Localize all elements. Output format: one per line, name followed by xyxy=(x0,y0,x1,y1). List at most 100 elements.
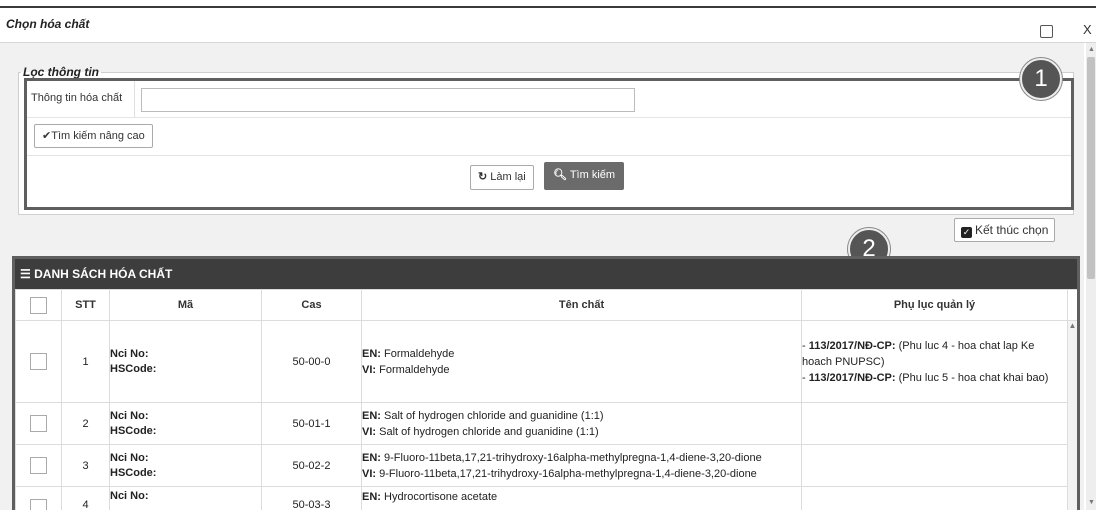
search-icon: 🔍︎ xyxy=(553,169,567,181)
row-ten: EN: Formaldehyde VI: Formaldehyde xyxy=(361,320,802,403)
maximize-icon[interactable] xyxy=(1040,25,1053,38)
filter-legend: Lọc thông tin xyxy=(23,65,99,79)
window-top-border xyxy=(0,0,1096,8)
table-row[interactable]: 3 Nci No: HSCode: 50-02-2 EN: 9-Fluoro-11… xyxy=(15,444,1078,487)
scroll-down-icon[interactable]: ▼ xyxy=(1088,499,1095,506)
refresh-icon: ↻ xyxy=(478,171,488,183)
list-title: DANH SÁCH HÓA CHẤT xyxy=(34,267,173,281)
row-checkbox-cell[interactable] xyxy=(15,402,62,445)
filter-info-row: Thông tin hóa chất xyxy=(27,81,1071,118)
name-vi: VI: Formaldehyde xyxy=(362,362,801,378)
row-checkbox-cell[interactable] xyxy=(15,486,62,510)
col-ten: Tên chất xyxy=(361,289,802,321)
col-stt: STT xyxy=(61,289,110,321)
scrollbar-thumb[interactable] xyxy=(1087,57,1095,279)
row-checkbox-cell[interactable] xyxy=(15,444,62,487)
row-ten: EN: Salt of hydrogen chloride and guanid… xyxy=(361,402,802,445)
reset-button[interactable]: ↻ Làm lại xyxy=(470,165,534,190)
finish-selection-label: Kết thúc chọn xyxy=(975,223,1049,237)
row-stt: 3 xyxy=(61,444,110,487)
nci-label: Nci No: xyxy=(110,347,149,360)
advanced-search-label: Tìm kiếm nâng cao xyxy=(51,130,145,142)
name-en: EN: Hydrocortisone acetate xyxy=(362,489,801,505)
row-checkbox[interactable] xyxy=(30,353,47,370)
reset-label: Làm lại xyxy=(490,171,526,183)
en-label: EN: xyxy=(362,409,381,422)
callout-badge-1: 1 xyxy=(1020,58,1062,100)
row-phu xyxy=(801,444,1068,487)
advanced-search-button[interactable]: ✔︎Tìm kiếm nâng cao xyxy=(34,124,153,148)
select-all-checkbox[interactable] xyxy=(30,296,47,314)
appendix-text: (Phu luc 5 - hoa chat khai bao) xyxy=(895,371,1049,384)
nci-label: Nci No: xyxy=(110,490,149,502)
table-row[interactable]: 1 Nci No: HSCode: 50-00-0 EN: Formaldehyd… xyxy=(15,320,1077,510)
col-cas: Cas xyxy=(261,289,362,321)
table-scrollbar[interactable]: ▲ xyxy=(1067,320,1077,510)
vi-value: 9-Fluoro-11beta,17,21-trihydroxy-16alpha… xyxy=(376,467,757,480)
chevron-down-icon: ✔︎ xyxy=(42,130,52,142)
appendix-entry: - 113/2017/NĐ-CP: (Phu luc 4 - hoa chat … xyxy=(802,339,1035,368)
dialog-content: Lọc thông tin Thông tin hóa chất ✔︎Tìm k… xyxy=(0,43,1084,510)
col-phu: Phụ lục quản lý xyxy=(801,289,1068,321)
name-en: EN: Formaldehyde xyxy=(362,346,801,362)
search-label: Tìm kiếm xyxy=(569,169,616,181)
search-button[interactable]: 🔍︎ Tìm kiếm xyxy=(544,162,625,190)
dialog-scrollbar[interactable]: ▲ ▼ xyxy=(1086,43,1096,510)
en-label: EN: xyxy=(362,347,381,360)
row-checkbox-cell[interactable] xyxy=(15,320,62,403)
name-vi: VI: 9-Fluoro-11beta,17,21-trihydroxy-16a… xyxy=(362,466,801,482)
en-value: Formaldehyde xyxy=(380,347,455,360)
row-ma: Nci No: HSCode: xyxy=(109,444,262,487)
close-button[interactable]: X xyxy=(1083,22,1092,37)
nci-label: Nci No: xyxy=(110,409,149,422)
row-checkbox[interactable] xyxy=(30,457,47,474)
row-stt: 2 xyxy=(61,402,110,445)
en-value: Salt of hydrogen chloride and guanidine … xyxy=(380,409,604,422)
select-all-checkbox-cell[interactable] xyxy=(15,289,62,321)
scroll-up-icon[interactable]: ▲ xyxy=(1069,321,1077,330)
hscode-label: HSCode: xyxy=(110,466,157,479)
table-row[interactable]: 4 Nci No: 50-03-3 EN: Hydrocortisone ace… xyxy=(15,486,1078,510)
name-en: EN: Salt of hydrogen chloride and guanid… xyxy=(362,408,801,424)
en-label: EN: xyxy=(362,491,381,503)
hscode-label: HSCode: xyxy=(110,424,157,437)
row-cas: 50-00-0 xyxy=(261,320,362,403)
appendix-entry: - 113/2017/NĐ-CP: (Phu luc 5 - hoa chat … xyxy=(802,371,1049,384)
row-cas: 50-03-3 xyxy=(261,486,362,510)
name-en: EN: 9-Fluoro-11beta,17,21-trihydroxy-16a… xyxy=(362,450,801,466)
filter-panel: Thông tin hóa chất ✔︎Tìm kiếm nâng cao ↻… xyxy=(24,78,1074,210)
info-label: Thông tin hóa chất xyxy=(31,92,123,104)
en-value: Hydrocortisone acetate xyxy=(380,491,498,503)
row-ma: Nci No: xyxy=(109,486,262,510)
name-vi: VI: Salt of hydrogen chloride and guanid… xyxy=(362,424,801,440)
scroll-up-icon[interactable]: ▲ xyxy=(1088,46,1095,53)
en-value: 9-Fluoro-11beta,17,21-trihydroxy-16alpha… xyxy=(380,451,762,464)
finish-selection-button[interactable]: ✓ Kết thúc chọn xyxy=(954,218,1056,242)
row-ma: Nci No: HSCode: xyxy=(109,320,262,403)
chemical-table: STT Mã Cas Tên chất Phụ lục quản lý 1 Nc… xyxy=(15,289,1078,510)
row-cas: 50-02-2 xyxy=(261,444,362,487)
vi-value: Salt of hydrogen chloride and guanidine … xyxy=(376,425,599,438)
table-row[interactable]: 2 Nci No: HSCode: 50-01-1 EN: Salt of hyd… xyxy=(15,402,1078,445)
table-scrollbar-head xyxy=(1067,289,1077,321)
chemical-info-input[interactable] xyxy=(141,88,635,112)
list-header: ☰ DANH SÁCH HÓA CHẤT xyxy=(15,259,1077,289)
vi-label: VI: xyxy=(362,467,377,480)
row-checkbox[interactable] xyxy=(30,415,47,432)
row-phu xyxy=(801,402,1068,445)
list-icon: ☰ xyxy=(20,267,31,281)
table-header-row: STT Mã Cas Tên chất Phụ lục quản lý xyxy=(15,289,1077,321)
vi-label: VI: xyxy=(362,363,377,376)
row-phu xyxy=(801,486,1068,510)
nci-label: Nci No: xyxy=(110,451,149,464)
divider xyxy=(134,81,135,117)
row-stt: 4 xyxy=(61,486,110,510)
vi-value: Formaldehyde xyxy=(376,363,450,376)
row-stt: 1 xyxy=(61,320,110,403)
appendix-code: 113/2017/NĐ-CP: xyxy=(808,371,896,384)
row-cas: 50-01-1 xyxy=(261,402,362,445)
row-checkbox[interactable] xyxy=(30,499,47,510)
hscode-label: HSCode: xyxy=(110,362,157,375)
dialog-titlebar: Chọn hóa chất X xyxy=(0,8,1096,43)
row-phu: - 113/2017/NĐ-CP: (Phu luc 4 - hoa chat … xyxy=(801,320,1068,403)
